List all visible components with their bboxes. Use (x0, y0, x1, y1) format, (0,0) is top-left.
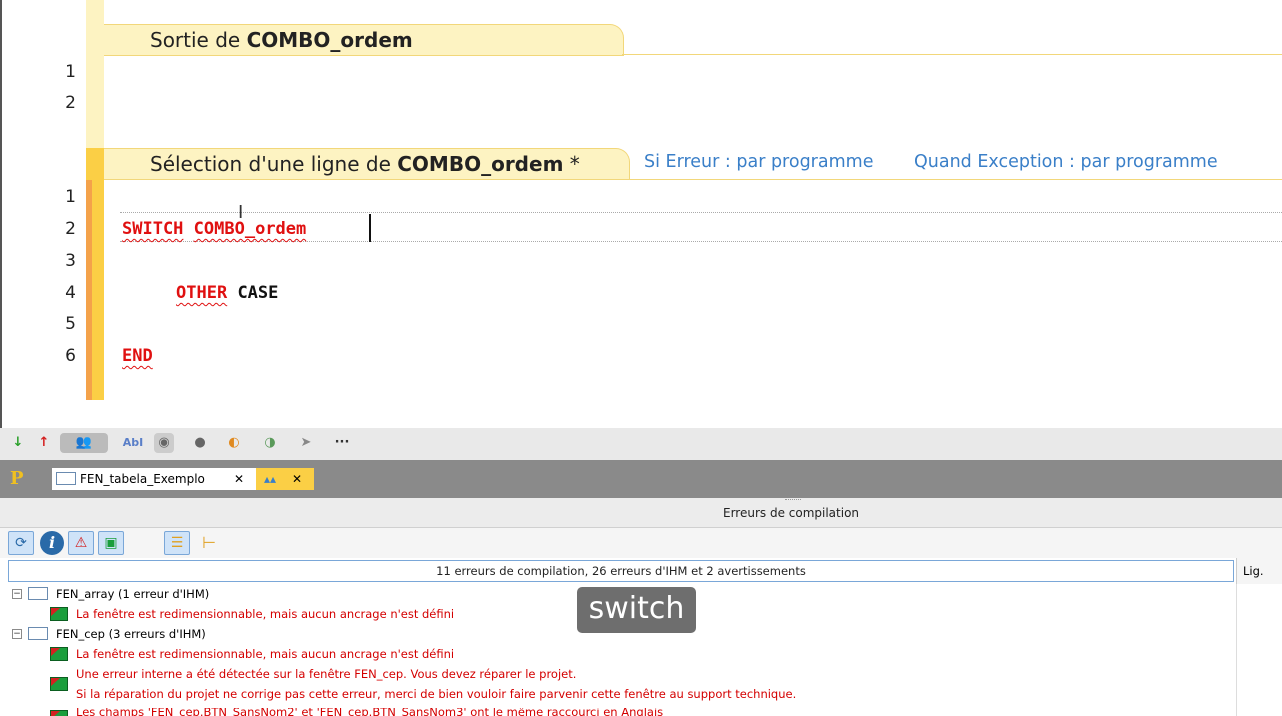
person-orange-icon[interactable]: ◐ (224, 433, 244, 453)
document-tab-strip: P FEN_tabela_Exemplo ✕ ▴▴ ✕ (0, 460, 1282, 498)
i-beam-cursor-icon: I (238, 202, 244, 223)
other-keyword: OTHER (176, 283, 228, 303)
ihm-error-icon (50, 677, 68, 691)
warning-icon[interactable]: ⚠ (68, 531, 94, 555)
gutter-exit-section (86, 0, 104, 148)
line-number: 6 (65, 346, 76, 366)
error-text: La fenêtre est redimensionnable, mais au… (76, 647, 455, 661)
summary-row[interactable]: 11 erreurs de compilation, 26 erreurs d'… (8, 560, 1234, 582)
tree-view-icon[interactable]: ☰ (164, 531, 190, 555)
project-icon[interactable]: P (10, 468, 30, 490)
ihm-error-icon (50, 647, 68, 661)
switch-keyword: SWITCH (122, 219, 184, 239)
arrow-down-icon[interactable]: ↓ (8, 433, 28, 453)
line-number: 3 (65, 251, 76, 271)
window-icon (28, 587, 48, 600)
pointer-icon[interactable]: ➤ (296, 433, 316, 453)
tooltip: switch (577, 587, 696, 633)
panel-title-bar: Erreurs de compilation (0, 498, 1282, 528)
section-select-rule (628, 179, 1282, 180)
error-mode-link[interactable]: Si Erreur : par programme (644, 152, 873, 172)
error-text: Une erreur interne a été détectée sur la… (76, 667, 577, 681)
tab-code[interactable]: ▴▴ ✕ (256, 468, 314, 490)
gutter-modified-marker (86, 180, 92, 400)
section-exit-control: COMBO_ordem (246, 28, 413, 52)
group-label: FEN_cep (3 erreurs d'IHM) (56, 627, 206, 641)
section-header-select[interactable]: Sélection d'une ligne de COMBO_ordem * (104, 148, 630, 180)
more-icon[interactable]: ··· (332, 433, 352, 453)
tab-close-icon[interactable]: ✕ (292, 468, 302, 490)
panel-title: Erreurs de compilation (722, 506, 860, 520)
end-keyword: END (122, 346, 153, 366)
editor-toolbar: ↓ ↑ 👥 AbI ◉ ● ◐ ◑ ➤ ··· (0, 428, 1282, 460)
tab-fen-tabela-exemplo[interactable]: FEN_tabela_Exemplo ✕ (52, 468, 256, 490)
line-number: 2 (65, 93, 76, 113)
text-edit-icon[interactable]: AbI (118, 433, 148, 453)
ball-icon[interactable]: ● (190, 433, 210, 453)
tab-label: FEN_tabela_Exemplo (80, 472, 205, 486)
ihm-error-icon (50, 607, 68, 621)
list-item[interactable]: Une erreur interne a été détectée sur la… (0, 664, 1236, 704)
panel-toolbar: ⟳ i ⚠ ▣ ☰ ⊢ (0, 528, 1282, 558)
window-icon (56, 472, 76, 485)
section-exit-rule (622, 54, 1282, 55)
section-exit-title: Sortie de (150, 28, 247, 52)
tab-close-icon[interactable]: ✕ (234, 468, 244, 490)
hierarchy-icon[interactable]: ⊢ (202, 531, 228, 555)
error-text-detail: Si la réparation du projet ne corrige pa… (76, 687, 797, 701)
line-number: 1 (65, 62, 76, 82)
section-select-control: COMBO_ordem (397, 152, 564, 176)
exception-mode-link[interactable]: Quand Exception : par programme (914, 152, 1218, 172)
window-icon (28, 627, 48, 640)
column-header-lig[interactable]: Lig. (1236, 558, 1282, 584)
list-item[interactable]: Les champs 'FEN_cep.BTN_SansNom2' et 'FE… (0, 708, 1236, 716)
line-number: 5 (65, 314, 76, 334)
list-item[interactable]: La fenêtre est redimensionnable, mais au… (0, 644, 1236, 664)
ihm-error-icon (50, 710, 68, 716)
code-line-switch[interactable]: SWITCH COMBO_ordem (122, 219, 306, 239)
error-text: Les champs 'FEN_cep.BTN_SansNom2' et 'FE… (76, 708, 664, 716)
users-icon[interactable]: 👥 (60, 433, 108, 453)
line-number: 2 (65, 219, 76, 239)
info-icon[interactable]: i (40, 531, 64, 555)
group-label: FEN_array (1 erreur d'IHM) (56, 587, 210, 601)
error-text: La fenêtre est redimensionnable, mais au… (76, 607, 455, 621)
modified-mark: * (563, 152, 580, 176)
switch-argument: COMBO_ordem (193, 219, 307, 239)
case-keyword: CASE (237, 283, 279, 303)
column-divider (1236, 584, 1237, 716)
line-number: 1 (65, 187, 76, 207)
collapse-icon[interactable]: − (12, 589, 22, 599)
section-select-title: Sélection d'une ligne de (150, 152, 398, 176)
lig-label: Lig. (1243, 564, 1264, 578)
line-number: 4 (65, 283, 76, 303)
person-green-icon[interactable]: ◑ (260, 433, 280, 453)
collapse-icon[interactable]: − (12, 629, 22, 639)
image-error-icon[interactable]: ▣ (98, 531, 124, 555)
group-icon[interactable]: ◉ (154, 433, 174, 453)
text-caret (369, 214, 371, 242)
code-line-other-case[interactable]: OTHER CASE (176, 283, 278, 303)
code-line-end[interactable]: END (122, 346, 153, 366)
resize-grip[interactable] (785, 499, 801, 501)
refresh-icon[interactable]: ⟳ (8, 531, 34, 555)
code-editor[interactable]: Sortie de COMBO_ordem 1 2 Sélection d'un… (0, 0, 1282, 428)
section-header-exit[interactable]: Sortie de COMBO_ordem (104, 24, 624, 56)
arrow-up-icon[interactable]: ↑ (34, 433, 54, 453)
code-tab-icon: ▴▴ (264, 472, 277, 486)
